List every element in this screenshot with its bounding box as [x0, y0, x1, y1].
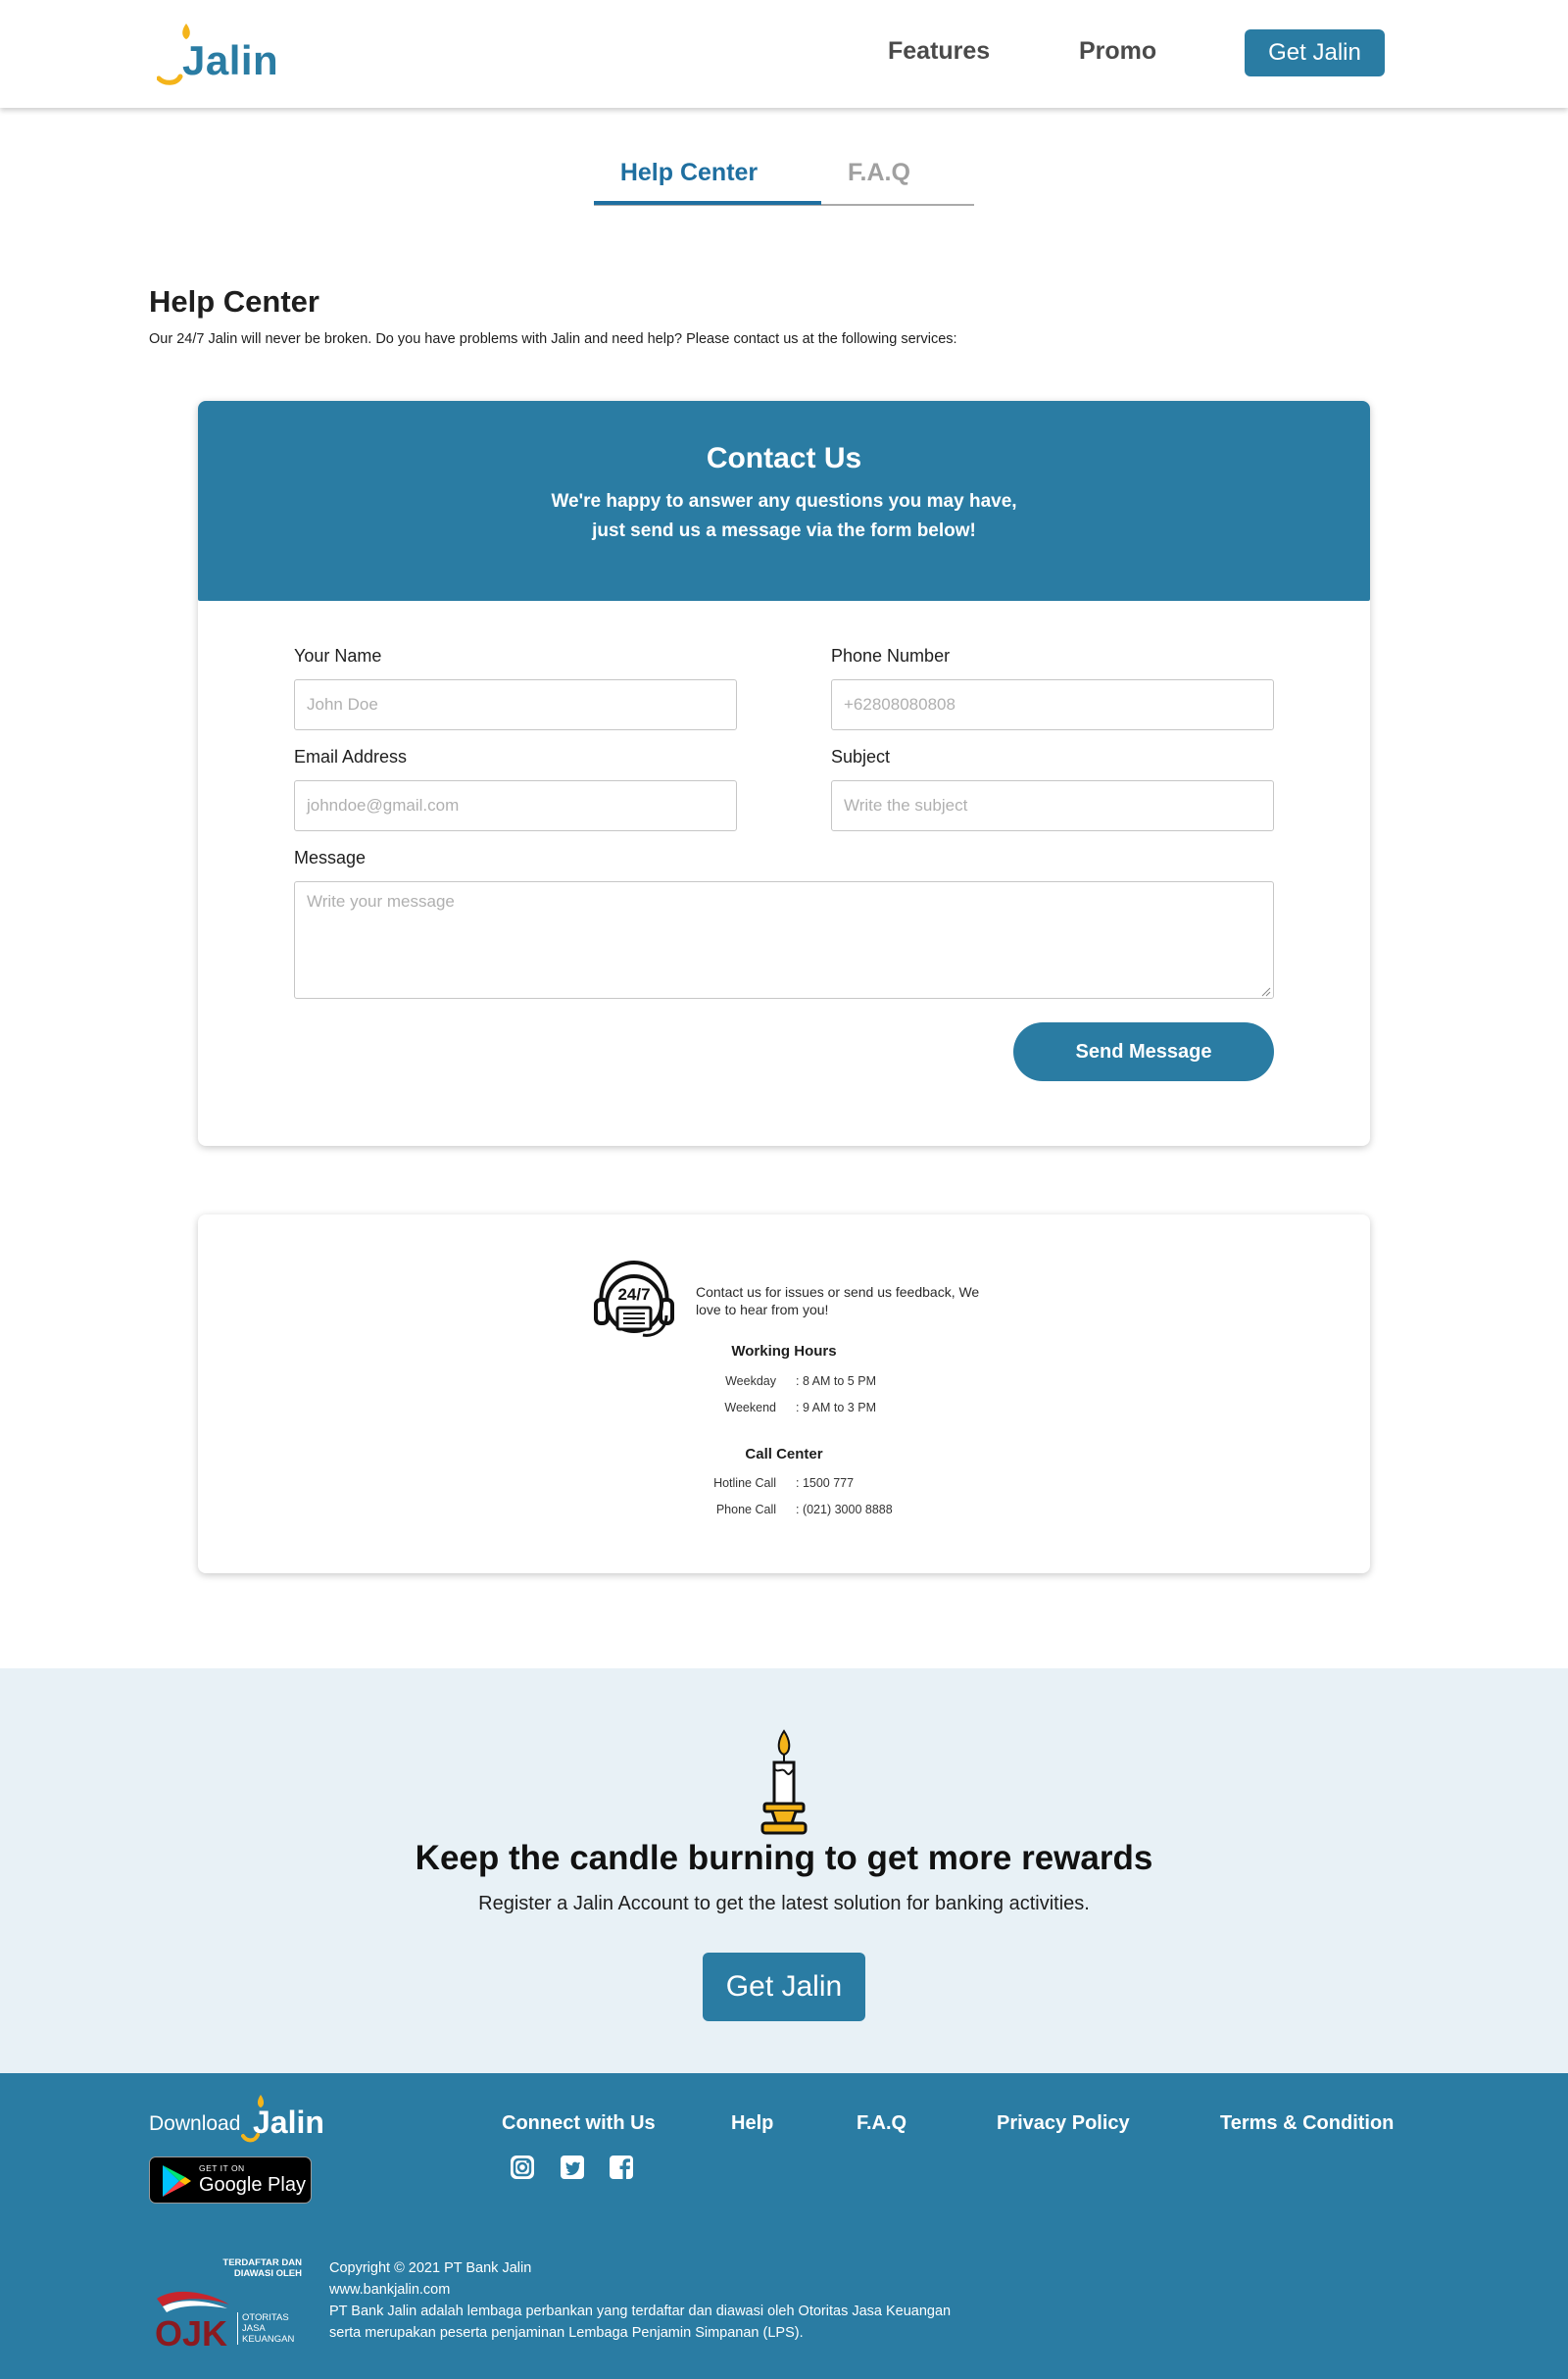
- hotline-label: Hotline Call: [713, 1476, 776, 1490]
- nav-features[interactable]: Features: [888, 37, 990, 66]
- phone-input[interactable]: +62808080808: [831, 679, 1274, 730]
- get-jalin-cta-button[interactable]: Get Jalin: [703, 1953, 865, 2021]
- google-play-badge[interactable]: GET IT ON Google Play: [149, 2156, 312, 2204]
- weekend-hours: : 9 AM to 3 PM: [796, 1401, 876, 1414]
- twitter-icon[interactable]: [559, 2154, 586, 2181]
- candle-icon: [760, 1729, 808, 1835]
- phone-label: Phone Number: [831, 646, 951, 666]
- legal-line-1: PT Bank Jalin adalah lembaga perbankan y…: [329, 2304, 952, 2319]
- headset-24-7-icon: 24/7: [594, 1260, 674, 1337]
- ojk-registered-line-2: DIAWASI OLEH: [233, 2268, 302, 2279]
- ojk-badge: TERDAFTAR DAN DIAWASI OLEH OJK OTORITAS …: [149, 2257, 302, 2355]
- hotline-number: : 1500 777: [796, 1476, 855, 1490]
- google-play-icon: [163, 2165, 191, 2197]
- phone-call-number: : (021) 3000 8888: [796, 1503, 893, 1516]
- download-label: Download: [149, 2112, 241, 2135]
- jalin-logo[interactable]: Jalin: [157, 18, 278, 88]
- headset-badge-text: 24/7: [617, 1285, 650, 1304]
- page-description: Our 24/7 Jalin will never be broken. Do …: [149, 331, 957, 347]
- subject-label: Subject: [831, 747, 891, 767]
- info-text: Contact us for issues or send us feedbac…: [696, 1284, 980, 1317]
- footer-legal: Copyright © 2021 PT Bank Jalin www.bankj…: [329, 2257, 951, 2344]
- send-message-button[interactable]: Send Message: [1013, 1022, 1274, 1081]
- footer-jalin-logo[interactable]: Jalin: [241, 2093, 324, 2144]
- footer-terms[interactable]: Terms & Condition: [1220, 2112, 1394, 2135]
- site-header: Jalin Features Promo Get Jalin: [0, 0, 1568, 108]
- email-input[interactable]: johndoe@gmail.com: [294, 780, 737, 831]
- resize-handle-icon[interactable]: [1261, 987, 1271, 997]
- cta-title: Keep the candle burning to get more rewa…: [415, 1839, 1153, 1877]
- ojk-registered-line-1: TERDAFTAR DAN: [222, 2257, 302, 2268]
- subject-input[interactable]: Write the subject: [831, 780, 1274, 831]
- contact-info-card: 24/7 Contact us for issues or send us fe…: [198, 1214, 1370, 1573]
- tab-help-center[interactable]: Help Center: [594, 159, 784, 187]
- active-tab-indicator: [594, 201, 821, 205]
- contact-subtitle: We're happy to answer any questions you …: [198, 487, 1370, 546]
- rewards-cta-section: Keep the candle burning to get more rewa…: [0, 1668, 1568, 2073]
- message-label: Message: [294, 848, 367, 867]
- message-textarea[interactable]: Write your message: [294, 881, 1274, 999]
- footer-connect[interactable]: Connect with Us: [502, 2112, 656, 2135]
- name-label: Your Name: [294, 646, 382, 666]
- contact-form-card: Contact Us We're happy to answer any que…: [198, 401, 1370, 1146]
- working-hours-title: Working Hours: [731, 1343, 837, 1360]
- facebook-icon[interactable]: [608, 2154, 635, 2181]
- ojk-logo-text: OJK: [155, 2313, 227, 2352]
- contact-subtitle-line-1: We're happy to answer any questions you …: [551, 491, 1017, 512]
- name-input[interactable]: John Doe: [294, 679, 737, 730]
- ojk-registered-text: TERDAFTAR DAN DIAWASI OLEH: [200, 2257, 302, 2279]
- get-jalin-header-button[interactable]: Get Jalin: [1245, 29, 1385, 76]
- contact-header: Contact Us We're happy to answer any que…: [198, 401, 1370, 601]
- website-text: www.bankjalin.com: [329, 2282, 451, 2298]
- footer-faq[interactable]: F.A.Q: [857, 2112, 906, 2135]
- google-play-top-text: GET IT ON: [199, 2163, 245, 2173]
- email-label: Email Address: [294, 747, 408, 767]
- footer-privacy-policy[interactable]: Privacy Policy: [997, 2112, 1130, 2135]
- ojk-name-line-2: JASA: [242, 2323, 266, 2334]
- copyright-text: Copyright © 2021 PT Bank Jalin: [329, 2260, 532, 2276]
- footer-help[interactable]: Help: [731, 2112, 773, 2135]
- page-title: Help Center: [149, 284, 319, 319]
- legal-line-2: serta merupakan peserta penjaminan Lemba…: [329, 2325, 804, 2341]
- weekday-hours: : 8 AM to 5 PM: [796, 1374, 876, 1388]
- help-tabs: Help Center F.A.Q: [594, 147, 974, 206]
- ojk-name-line-1: OTORITAS: [242, 2312, 289, 2323]
- ojk-logo-icon: OJK: [155, 2291, 229, 2352]
- weekday-label: Weekday: [725, 1374, 776, 1388]
- footer-logo-text: Jalin: [253, 2105, 324, 2140]
- instagram-icon[interactable]: [509, 2154, 536, 2181]
- cta-subtitle: Register a Jalin Account to get the late…: [478, 1893, 1090, 1914]
- nav-promo[interactable]: Promo: [1079, 37, 1156, 66]
- weekend-label: Weekend: [724, 1401, 776, 1414]
- phone-call-label: Phone Call: [715, 1503, 776, 1516]
- tab-faq[interactable]: F.A.Q: [784, 159, 974, 187]
- ojk-full-name: OTORITAS JASA KEUANGAN: [237, 2312, 294, 2345]
- contact-title: Contact Us: [706, 442, 862, 474]
- site-footer: Download Jalin GET IT ON Google Play Con…: [0, 2073, 1568, 2379]
- logo-text: Jalin: [182, 37, 279, 83]
- contact-subtitle-line-2: just send us a message via the form belo…: [592, 520, 976, 541]
- call-center-title: Call Center: [745, 1446, 823, 1462]
- ojk-name-line-3: KEUANGAN: [242, 2334, 295, 2345]
- google-play-main-text: Google Play: [199, 2174, 306, 2196]
